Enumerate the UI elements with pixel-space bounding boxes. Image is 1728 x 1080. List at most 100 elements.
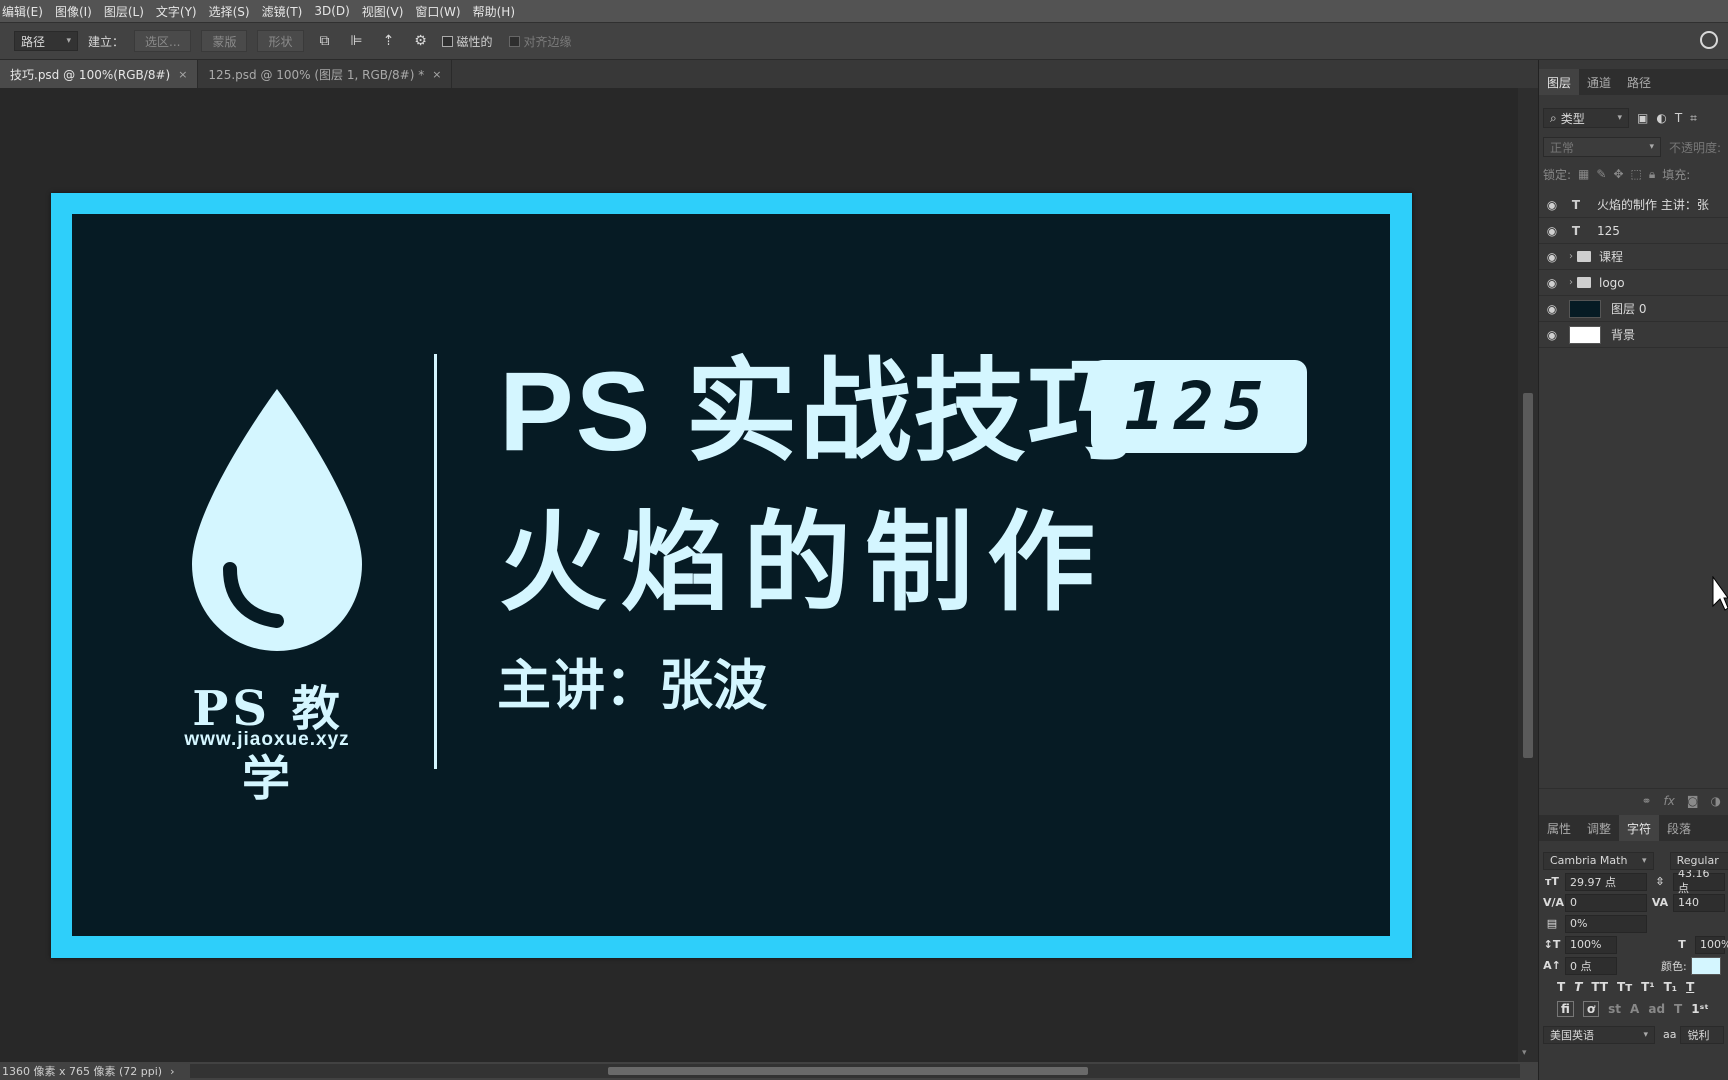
fx-icon[interactable]: fx [1664, 794, 1675, 808]
layer-name: 图层 0 [1611, 302, 1647, 316]
chevron-down-icon: ▾ [1642, 855, 1647, 866]
menu-view[interactable]: 视图(V) [362, 3, 404, 20]
layer-row[interactable]: ◉ T 125 [1539, 218, 1728, 244]
search-icon[interactable] [1700, 31, 1718, 49]
baseline-shift-field[interactable]: 0 点 [1565, 956, 1617, 975]
path-operations-icon[interactable]: ⧉ [314, 30, 336, 52]
antialias-icon: aa [1663, 1028, 1677, 1041]
path-arrangement-icon[interactable]: ⇡ [378, 30, 400, 52]
superscript-icon[interactable]: T¹ [1641, 980, 1654, 994]
magnetic-checkbox[interactable]: 磁性的 [441, 33, 493, 50]
scroll-down-icon[interactable]: ▾ [1522, 1048, 1527, 1058]
menu-edit[interactable]: 编辑(E) [2, 3, 43, 20]
horizontal-scale-field[interactable]: 100% [1695, 935, 1728, 954]
gear-icon[interactable]: ⚙ [410, 30, 432, 52]
layer-row[interactable]: ◉ 图层 0 [1539, 296, 1728, 322]
tsume-field[interactable]: 0% [1565, 914, 1647, 933]
menu-layer[interactable]: 图层(L) [104, 3, 144, 20]
eye-icon[interactable]: ◉ [1539, 198, 1565, 212]
layer-row[interactable]: ◉ 背景 [1539, 322, 1728, 348]
shape-filter-icon[interactable]: ⌗ [1690, 111, 1697, 126]
align-edges-checkbox[interactable]: 对齐边缘 [508, 33, 572, 50]
pen-mode-select[interactable]: 路径 ▾ [14, 31, 78, 51]
lock-paint-icon[interactable]: ✎ [1596, 167, 1606, 181]
menu-filter[interactable]: 滤镜(T) [262, 3, 303, 20]
ligatures-icon[interactable]: fi [1557, 1001, 1574, 1017]
font-family-select[interactable]: Cambria Math ▾ [1543, 851, 1654, 870]
language-select[interactable]: 美国英语 ▾ [1543, 1025, 1655, 1044]
tab-document-2[interactable]: 125.psd @ 100% (图层 1, RGB/8#) * × [198, 60, 453, 88]
faux-bold-icon[interactable]: T [1557, 980, 1565, 994]
discretionary-ligatures-icon[interactable]: ơ [1582, 1001, 1600, 1017]
menu-help[interactable]: 帮助(H) [473, 3, 515, 20]
swash-icon[interactable]: A [1630, 1002, 1639, 1016]
chevron-right-icon[interactable]: › [1565, 251, 1577, 262]
leading-field[interactable]: 43.16 点 [1673, 867, 1725, 895]
horizontal-scrollbar[interactable] [190, 1064, 1520, 1078]
font-style-select[interactable]: Regular [1669, 851, 1728, 870]
vertical-scale-field[interactable]: 100% [1565, 935, 1617, 954]
make-selection-button[interactable]: 选区... [134, 30, 192, 52]
antialias-select[interactable]: 锐利 [1680, 1025, 1725, 1044]
status-menu-arrow-icon[interactable]: › [170, 1065, 174, 1078]
layer-row[interactable]: ◉ › 课程 [1539, 244, 1728, 270]
stylistic-alternates-icon[interactable]: ad [1648, 1002, 1665, 1016]
adjustment-filter-icon[interactable]: ◐ [1656, 111, 1666, 125]
eye-icon[interactable]: ◉ [1539, 224, 1565, 238]
close-icon[interactable]: × [432, 68, 441, 81]
make-mask-button[interactable]: 蒙版 [201, 30, 248, 52]
kerning-field[interactable]: 0 [1565, 893, 1647, 912]
font-size-field[interactable]: 29.97 点 [1565, 872, 1647, 891]
menu-window[interactable]: 窗口(W) [415, 3, 460, 20]
tab-paragraph[interactable]: 段落 [1659, 815, 1699, 841]
document-canvas[interactable]: PS 教学 www.jiaoxue.xyz PS 实战技巧 125 火焰的制作 … [51, 193, 1412, 958]
scroll-thumb[interactable] [608, 1067, 1088, 1075]
eye-icon[interactable]: ◉ [1539, 250, 1565, 264]
all-caps-icon[interactable]: TT [1591, 980, 1608, 994]
contextual-alternates-icon[interactable]: st [1608, 1002, 1621, 1016]
type-filter-icon[interactable]: T [1675, 111, 1682, 125]
tab-character[interactable]: 字符 [1619, 815, 1660, 841]
tab-properties[interactable]: 属性 [1539, 815, 1579, 841]
eye-icon[interactable]: ◉ [1539, 276, 1565, 290]
tab-document-1[interactable]: 技巧.psd @ 100%(RGB/8#) × [0, 60, 199, 88]
image-filter-icon[interactable]: ▣ [1637, 111, 1648, 125]
layer-filter-select[interactable]: ⌕ 类型 ▾ [1543, 108, 1629, 128]
tab-layers[interactable]: 图层 [1539, 69, 1580, 95]
underline-icon[interactable]: T [1686, 980, 1694, 994]
menu-3d[interactable]: 3D(D) [314, 4, 349, 18]
layer-row[interactable]: ◉ › logo [1539, 270, 1728, 296]
blend-mode-select[interactable]: 正常 ▾ [1543, 137, 1661, 157]
horizontal-scale-icon: T [1678, 938, 1686, 951]
ordinals-icon[interactable]: 1ˢᵗ [1691, 1002, 1709, 1016]
link-icon[interactable]: ⚭ [1641, 794, 1651, 808]
lock-move-icon[interactable]: ✥ [1613, 167, 1623, 181]
eye-icon[interactable]: ◉ [1539, 328, 1565, 342]
mask-icon[interactable]: ◙ [1687, 794, 1699, 808]
lock-row: 锁定: ▦ ✎ ✥ ⬚ 🔒︎ 填充: [1543, 164, 1728, 184]
subscript-icon[interactable]: T₁ [1664, 980, 1677, 994]
titling-icon[interactable]: T [1674, 1002, 1682, 1016]
lock-artboard-icon[interactable]: ⬚ [1631, 167, 1642, 181]
adjustment-icon[interactable]: ◑ [1711, 794, 1721, 808]
menu-image[interactable]: 图像(I) [55, 3, 92, 20]
chevron-right-icon[interactable]: › [1565, 277, 1577, 288]
tab-paths[interactable]: 路径 [1619, 69, 1659, 95]
vertical-scrollbar[interactable]: ▾ [1518, 88, 1538, 1062]
menu-select[interactable]: 选择(S) [209, 3, 250, 20]
faux-italic-icon[interactable]: T [1574, 980, 1582, 994]
make-shape-button[interactable]: 形状 [257, 30, 304, 52]
eye-icon[interactable]: ◉ [1539, 302, 1565, 316]
tracking-field[interactable]: 140 [1673, 893, 1725, 912]
tab-adjustments[interactable]: 调整 [1579, 815, 1619, 841]
path-alignment-icon[interactable]: ⊫ [346, 30, 368, 52]
scroll-thumb[interactable] [1523, 393, 1533, 758]
text-color-swatch[interactable] [1690, 956, 1721, 975]
menu-type[interactable]: 文字(Y) [156, 3, 197, 20]
tab-channels[interactable]: 通道 [1579, 69, 1619, 95]
lock-pixels-icon[interactable]: ▦ [1578, 167, 1589, 181]
small-caps-icon[interactable]: Tт [1617, 980, 1632, 994]
lock-all-icon[interactable]: 🔒︎ [1649, 167, 1655, 182]
layer-row[interactable]: ◉ T 火焰的制作 主讲：张 [1539, 192, 1728, 218]
close-icon[interactable]: × [178, 68, 187, 81]
